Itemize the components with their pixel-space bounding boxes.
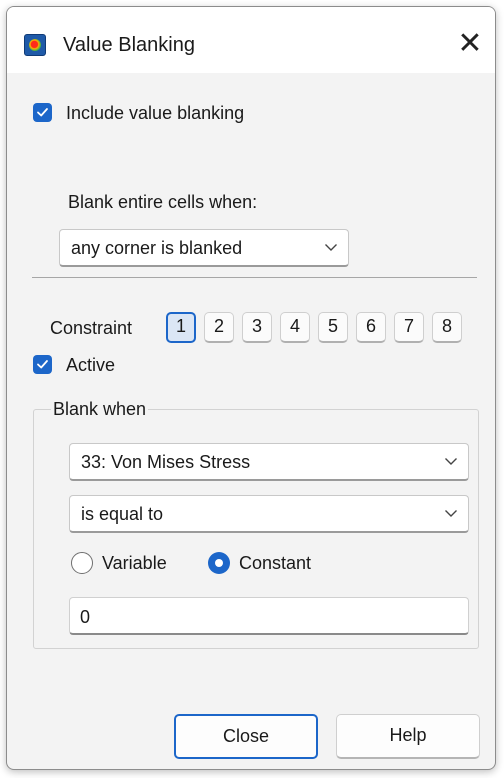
constraint-button-4[interactable]: 4 bbox=[280, 312, 310, 343]
constraint-button-6[interactable]: 6 bbox=[356, 312, 386, 343]
app-logo-core bbox=[29, 39, 41, 51]
operator-select-value: is equal to bbox=[81, 504, 164, 524]
variable-select-value: 33: Von Mises Stress bbox=[81, 452, 251, 472]
operator-select[interactable]: is equal to bbox=[69, 495, 469, 533]
chevron-down-icon bbox=[445, 458, 457, 465]
include-value-blanking-label[interactable]: Include value blanking bbox=[66, 102, 244, 124]
radio-dot bbox=[215, 559, 223, 567]
blank-entire-cells-value: any corner is blanked bbox=[71, 238, 243, 258]
app-logo-icon bbox=[24, 34, 46, 56]
checkmark-icon bbox=[37, 360, 48, 369]
blank-when-legend: Blank when bbox=[51, 398, 149, 420]
section-divider bbox=[32, 277, 477, 278]
constraint-label: Constraint bbox=[50, 318, 133, 338]
constant-value-input[interactable]: 0 bbox=[69, 597, 469, 635]
constraint-button-5[interactable]: 5 bbox=[318, 312, 348, 343]
variable-radio[interactable] bbox=[71, 552, 93, 574]
active-checkbox[interactable] bbox=[33, 355, 52, 374]
help-button[interactable]: Help bbox=[336, 714, 480, 759]
constraint-button-3[interactable]: 3 bbox=[242, 312, 272, 343]
constraint-button-8[interactable]: 8 bbox=[432, 312, 462, 343]
close-button[interactable]: Close bbox=[174, 714, 318, 759]
window-title: Value Blanking bbox=[63, 34, 195, 56]
close-window-icon[interactable]: ✕ bbox=[453, 29, 487, 63]
chevron-down-icon bbox=[445, 510, 457, 517]
constraint-button-7[interactable]: 7 bbox=[394, 312, 424, 343]
blank-entire-cells-label: Blank entire cells when: bbox=[68, 192, 258, 212]
active-label[interactable]: Active bbox=[66, 354, 115, 376]
blank-entire-cells-select[interactable]: any corner is blanked bbox=[59, 229, 349, 267]
title-bar: Value Blanking ✕ bbox=[7, 7, 495, 73]
constant-radio-label[interactable]: Constant bbox=[239, 552, 311, 574]
checkmark-icon bbox=[37, 108, 48, 117]
variable-select[interactable]: 33: Von Mises Stress bbox=[69, 443, 469, 481]
variable-radio-label[interactable]: Variable bbox=[102, 552, 167, 574]
constant-radio[interactable] bbox=[208, 552, 230, 574]
chevron-down-icon bbox=[325, 244, 337, 251]
value-blanking-dialog: Value Blanking ✕ Include value blanking … bbox=[6, 6, 496, 770]
constraint-button-1[interactable]: 1 bbox=[166, 312, 196, 343]
constant-value-text: 0 bbox=[80, 607, 91, 627]
include-value-blanking-checkbox[interactable] bbox=[33, 103, 52, 122]
constraint-button-2[interactable]: 2 bbox=[204, 312, 234, 343]
